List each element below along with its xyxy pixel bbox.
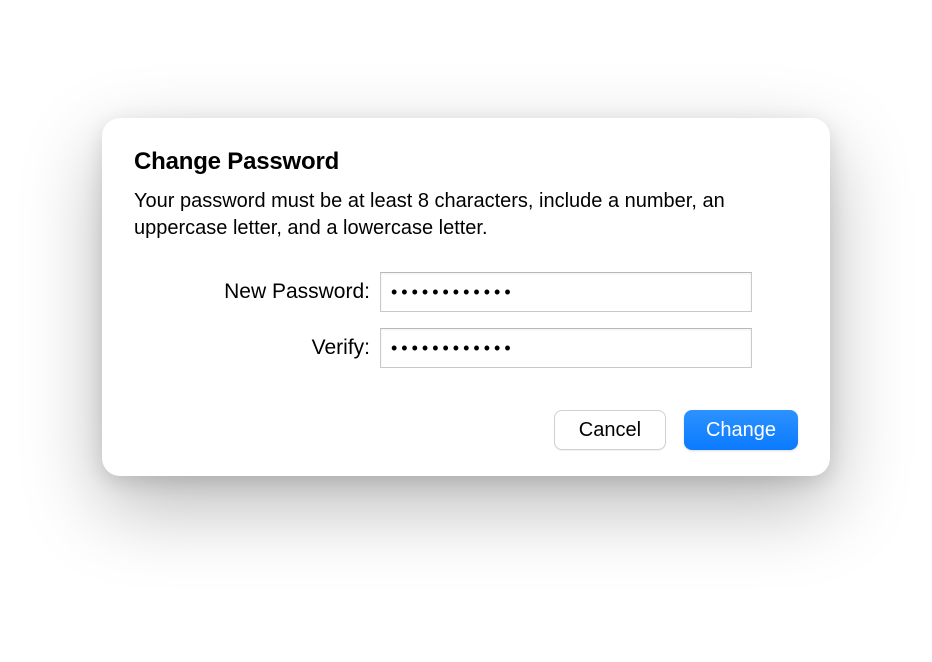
new-password-row: New Password:	[134, 272, 798, 312]
verify-password-label: Verify:	[134, 336, 380, 360]
change-password-dialog: Change Password Your password must be at…	[102, 118, 830, 476]
new-password-label: New Password:	[134, 280, 380, 304]
cancel-button[interactable]: Cancel	[554, 410, 666, 450]
change-button[interactable]: Change	[684, 410, 798, 450]
dialog-description: Your password must be at least 8 charact…	[134, 188, 798, 242]
new-password-input[interactable]	[380, 272, 752, 312]
dialog-button-row: Cancel Change	[134, 410, 798, 450]
dialog-backdrop: Change Password Your password must be at…	[0, 0, 932, 662]
dialog-title: Change Password	[134, 148, 798, 176]
verify-password-row: Verify:	[134, 328, 798, 368]
verify-password-input[interactable]	[380, 328, 752, 368]
